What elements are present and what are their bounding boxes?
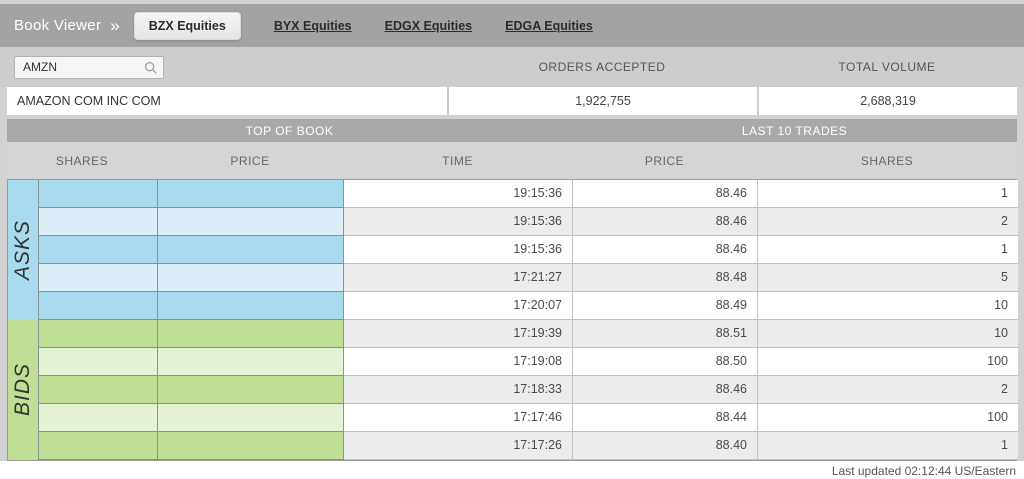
total-volume-label: TOTAL VOLUME (757, 60, 1017, 74)
trade-time: 17:20:07 (344, 292, 573, 320)
orders-accepted-label: ORDERS ACCEPTED (447, 60, 757, 74)
exchange-tabs: BZX Equities BYX Equities EDGX Equities … (134, 12, 593, 40)
trade-shares: 2 (758, 208, 1018, 236)
trade-time: 17:17:26 (344, 432, 573, 460)
trade-price: 88.46 (573, 208, 758, 236)
bid-price-cell (158, 404, 344, 432)
trade-shares: 2 (758, 376, 1018, 404)
trade-price: 88.48 (573, 264, 758, 292)
trade-price: 88.44 (573, 404, 758, 432)
bid-shares-cell (39, 432, 158, 460)
ask-shares-cell (39, 208, 158, 236)
ask-price-cell (158, 292, 344, 320)
ask-price-cell (158, 208, 344, 236)
trade-shares: 1 (758, 432, 1018, 460)
trade-price: 88.46 (573, 180, 758, 208)
app-title: Book Viewer (14, 17, 101, 34)
ask-shares-cell (39, 264, 158, 292)
trade-price: 88.50 (573, 348, 758, 376)
ask-shares-cell (39, 292, 158, 320)
bid-shares-cell (39, 404, 158, 432)
trade-price: 88.51 (573, 320, 758, 348)
bid-shares-cell (39, 348, 158, 376)
col-header-trade-price: PRICE (572, 142, 757, 179)
trade-shares: 100 (758, 348, 1018, 376)
trade-time: 17:17:46 (344, 404, 573, 432)
book-viewer-widget: Book Viewer » BZX Equities BYX Equities … (0, 0, 1024, 461)
ask-price-cell (158, 180, 344, 208)
trade-time: 19:15:36 (344, 236, 573, 264)
trade-time: 17:21:27 (344, 264, 573, 292)
bids-label-text: BIDS (11, 363, 35, 416)
tab-bzx-equities[interactable]: BZX Equities (134, 12, 241, 40)
asks-label-text: ASKS (11, 220, 35, 280)
bid-price-cell (158, 376, 344, 404)
orders-accepted-value: 1,922,755 (447, 87, 757, 115)
ask-price-cell (158, 236, 344, 264)
trade-price: 88.49 (573, 292, 758, 320)
chevron-right-icon: » (110, 17, 119, 34)
trade-price: 88.46 (573, 236, 758, 264)
header-bar: Book Viewer » BZX Equities BYX Equities … (0, 4, 1024, 47)
trade-shares: 1 (758, 236, 1018, 264)
ask-shares-cell (39, 236, 158, 264)
summary-row: AMAZON COM INC COM 1,922,755 2,688,319 (7, 87, 1017, 115)
ask-price-cell (158, 264, 344, 292)
company-name: AMAZON COM INC COM (7, 94, 447, 108)
trade-shares: 10 (758, 292, 1018, 320)
trade-price: 88.40 (573, 432, 758, 460)
column-header-row: SHARES PRICE TIME PRICE SHARES (7, 142, 1017, 179)
top-of-book-header: TOP OF BOOK (7, 119, 572, 142)
tab-byx-equities[interactable]: BYX Equities (274, 19, 352, 33)
col-header-trade-time: TIME (343, 142, 572, 179)
total-volume-value: 2,688,319 (757, 87, 1017, 115)
col-header-book-price: PRICE (157, 142, 343, 179)
trade-time: 17:19:08 (344, 348, 573, 376)
trade-time: 19:15:36 (344, 180, 573, 208)
tab-edgx-equities[interactable]: EDGX Equities (385, 19, 473, 33)
bid-shares-cell (39, 376, 158, 404)
bid-price-cell (158, 320, 344, 348)
trade-price: 88.46 (573, 376, 758, 404)
col-header-trade-shares: SHARES (757, 142, 1017, 179)
trade-time: 17:19:39 (344, 320, 573, 348)
trade-shares: 5 (758, 264, 1018, 292)
bid-price-cell (158, 432, 344, 460)
section-header: TOP OF BOOK LAST 10 TRADES (7, 119, 1017, 142)
trade-time: 19:15:36 (344, 208, 573, 236)
bid-shares-cell (39, 320, 158, 348)
toolbar: ORDERS ACCEPTED TOTAL VOLUME (0, 47, 1024, 87)
bids-section-label: BIDS (8, 320, 39, 460)
asks-section-label: ASKS (8, 180, 39, 320)
search-icon[interactable] (144, 61, 158, 75)
col-header-book-shares: SHARES (7, 142, 157, 179)
tab-edga-equities[interactable]: EDGA Equities (505, 19, 593, 33)
symbol-search (14, 56, 164, 79)
trade-shares: 100 (758, 404, 1018, 432)
book-table: ASKS 19:15:36 88.46 1 19:15:36 88.46 2 1… (7, 179, 1017, 461)
trade-shares: 10 (758, 320, 1018, 348)
bid-price-cell (158, 348, 344, 376)
last-10-trades-header: LAST 10 TRADES (572, 119, 1017, 142)
ask-shares-cell (39, 180, 158, 208)
symbol-search-input[interactable] (14, 56, 164, 79)
trade-shares: 1 (758, 180, 1018, 208)
trade-time: 17:18:33 (344, 376, 573, 404)
last-updated-status: Last updated 02:12:44 US/Eastern (0, 461, 1024, 479)
